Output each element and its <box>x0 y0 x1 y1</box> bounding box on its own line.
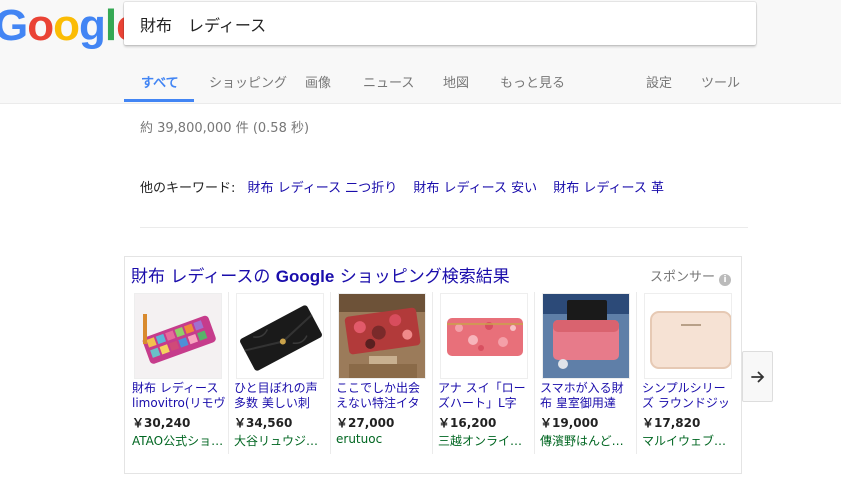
header: Google すべて ショッピング 画像 ニュース 地図 もっと見る 設定 ツー… <box>0 0 841 104</box>
product-image[interactable] <box>338 293 426 379</box>
carousel-next-button[interactable] <box>742 351 773 402</box>
tab-tools[interactable]: ツール <box>701 72 740 91</box>
product-item[interactable]: スマホが入る財布 皇室御用達 ￥19,000 傳濱野はんど… <box>538 292 638 470</box>
product-price: ￥17,820 <box>642 416 701 430</box>
tab-more[interactable]: もっと見る <box>500 72 565 91</box>
product-store[interactable]: 大谷リュウジ… <box>234 432 328 449</box>
sponsor-label: スポンサー i <box>650 266 731 286</box>
product-price: ￥16,200 <box>438 416 497 430</box>
logo-letter: g <box>79 1 106 50</box>
product-image[interactable] <box>644 293 732 379</box>
product-title[interactable]: シンプルシリーズ ラウンドジッ <box>642 381 736 411</box>
result-stats: 約 39,800,000 件 (0.58 秒) <box>140 121 310 136</box>
product-title[interactable]: スマホが入る財布 皇室御用達 <box>540 381 634 411</box>
sponsor-text: スポンサー <box>649 270 715 285</box>
product-title[interactable]: アナ スイ「ローズハート」L字 <box>438 381 532 411</box>
product-title[interactable]: 財布 レディース limovitro(リモヴ <box>132 381 226 411</box>
google-logo[interactable]: Google <box>0 1 141 50</box>
logo-letter: o <box>53 1 80 50</box>
divider <box>140 227 748 228</box>
product-store[interactable]: 傳濱野はんど… <box>540 432 634 449</box>
related-label: 他のキーワード: <box>140 181 236 196</box>
product-image[interactable] <box>542 293 630 379</box>
product-store[interactable]: ATAO公式ショ… <box>132 432 226 449</box>
product-separator <box>534 292 535 454</box>
shopping-title-brand: Google <box>275 267 335 286</box>
product-title[interactable]: ここでしか出会えない特注イタ <box>336 381 430 411</box>
info-icon[interactable]: i <box>719 274 731 286</box>
logo-letter: l <box>104 1 117 50</box>
product-store[interactable]: マルイウェブチ… <box>642 432 736 449</box>
active-tab-indicator <box>124 99 194 102</box>
tab-images[interactable]: 画像 <box>305 72 331 91</box>
product-store[interactable]: erutuoc <box>336 432 430 446</box>
logo-letter: G <box>0 1 28 50</box>
product-title[interactable]: ひと目ぼれの声多数 美しい刺 <box>234 381 328 411</box>
related-keywords: 他のキーワード: 財布 レディース 二つ折り 財布 レディース 安い 財布 レデ… <box>140 177 676 196</box>
product-price: ￥30,240 <box>132 416 191 430</box>
product-item[interactable]: ここでしか出会えない特注イタ ￥27,000 erutuoc <box>334 292 434 470</box>
product-item[interactable]: 財布 レディース limovitro(リモヴ ￥30,240 ATAO公式ショ… <box>130 292 230 470</box>
product-store[interactable]: 三越オンライン… <box>438 432 532 449</box>
tab-settings[interactable]: 設定 <box>646 72 672 91</box>
product-separator <box>330 292 331 454</box>
logo-letter: o <box>27 1 54 50</box>
product-price: ￥19,000 <box>540 416 599 430</box>
shopping-title-prefix: 財布 レディースの <box>131 267 276 287</box>
product-image[interactable] <box>440 293 528 379</box>
related-link[interactable]: 財布 レディース 二つ折り <box>248 181 398 196</box>
search-box <box>124 2 756 45</box>
product-price: ￥27,000 <box>336 416 395 430</box>
shopping-results-card: 財布 レディースの Google ショッピング検索結果 スポンサー i 財布 レデ… <box>124 256 742 474</box>
tab-all[interactable]: すべて <box>141 72 179 91</box>
search-input[interactable] <box>140 2 700 45</box>
product-separator <box>432 292 433 454</box>
search-tabs: すべて ショッピング 画像 ニュース 地図 もっと見る 設定 ツール <box>0 58 841 104</box>
product-item[interactable]: ひと目ぼれの声多数 美しい刺 ￥34,560 大谷リュウジ… <box>232 292 332 470</box>
tab-shopping[interactable]: ショッピング <box>209 72 287 91</box>
product-item[interactable]: シンプルシリーズ ラウンドジッ ￥17,820 マルイウェブチ… <box>640 292 740 470</box>
shopping-title[interactable]: 財布 レディースの Google ショッピング検索結果 <box>131 262 510 287</box>
tab-news[interactable]: ニュース <box>363 72 414 91</box>
product-separator <box>228 292 229 454</box>
product-item[interactable]: アナ スイ「ローズハート」L字 ￥16,200 三越オンライン… <box>436 292 536 470</box>
related-link[interactable]: 財布 レディース 革 <box>553 181 664 196</box>
shopping-title-suffix: ショッピング検索結果 <box>334 267 510 287</box>
product-image[interactable] <box>134 293 222 379</box>
related-link[interactable]: 財布 レディース 安い <box>413 181 537 196</box>
product-price: ￥34,560 <box>234 416 293 430</box>
product-separator <box>636 292 637 454</box>
product-image[interactable] <box>236 293 324 379</box>
tab-maps[interactable]: 地図 <box>443 72 469 91</box>
